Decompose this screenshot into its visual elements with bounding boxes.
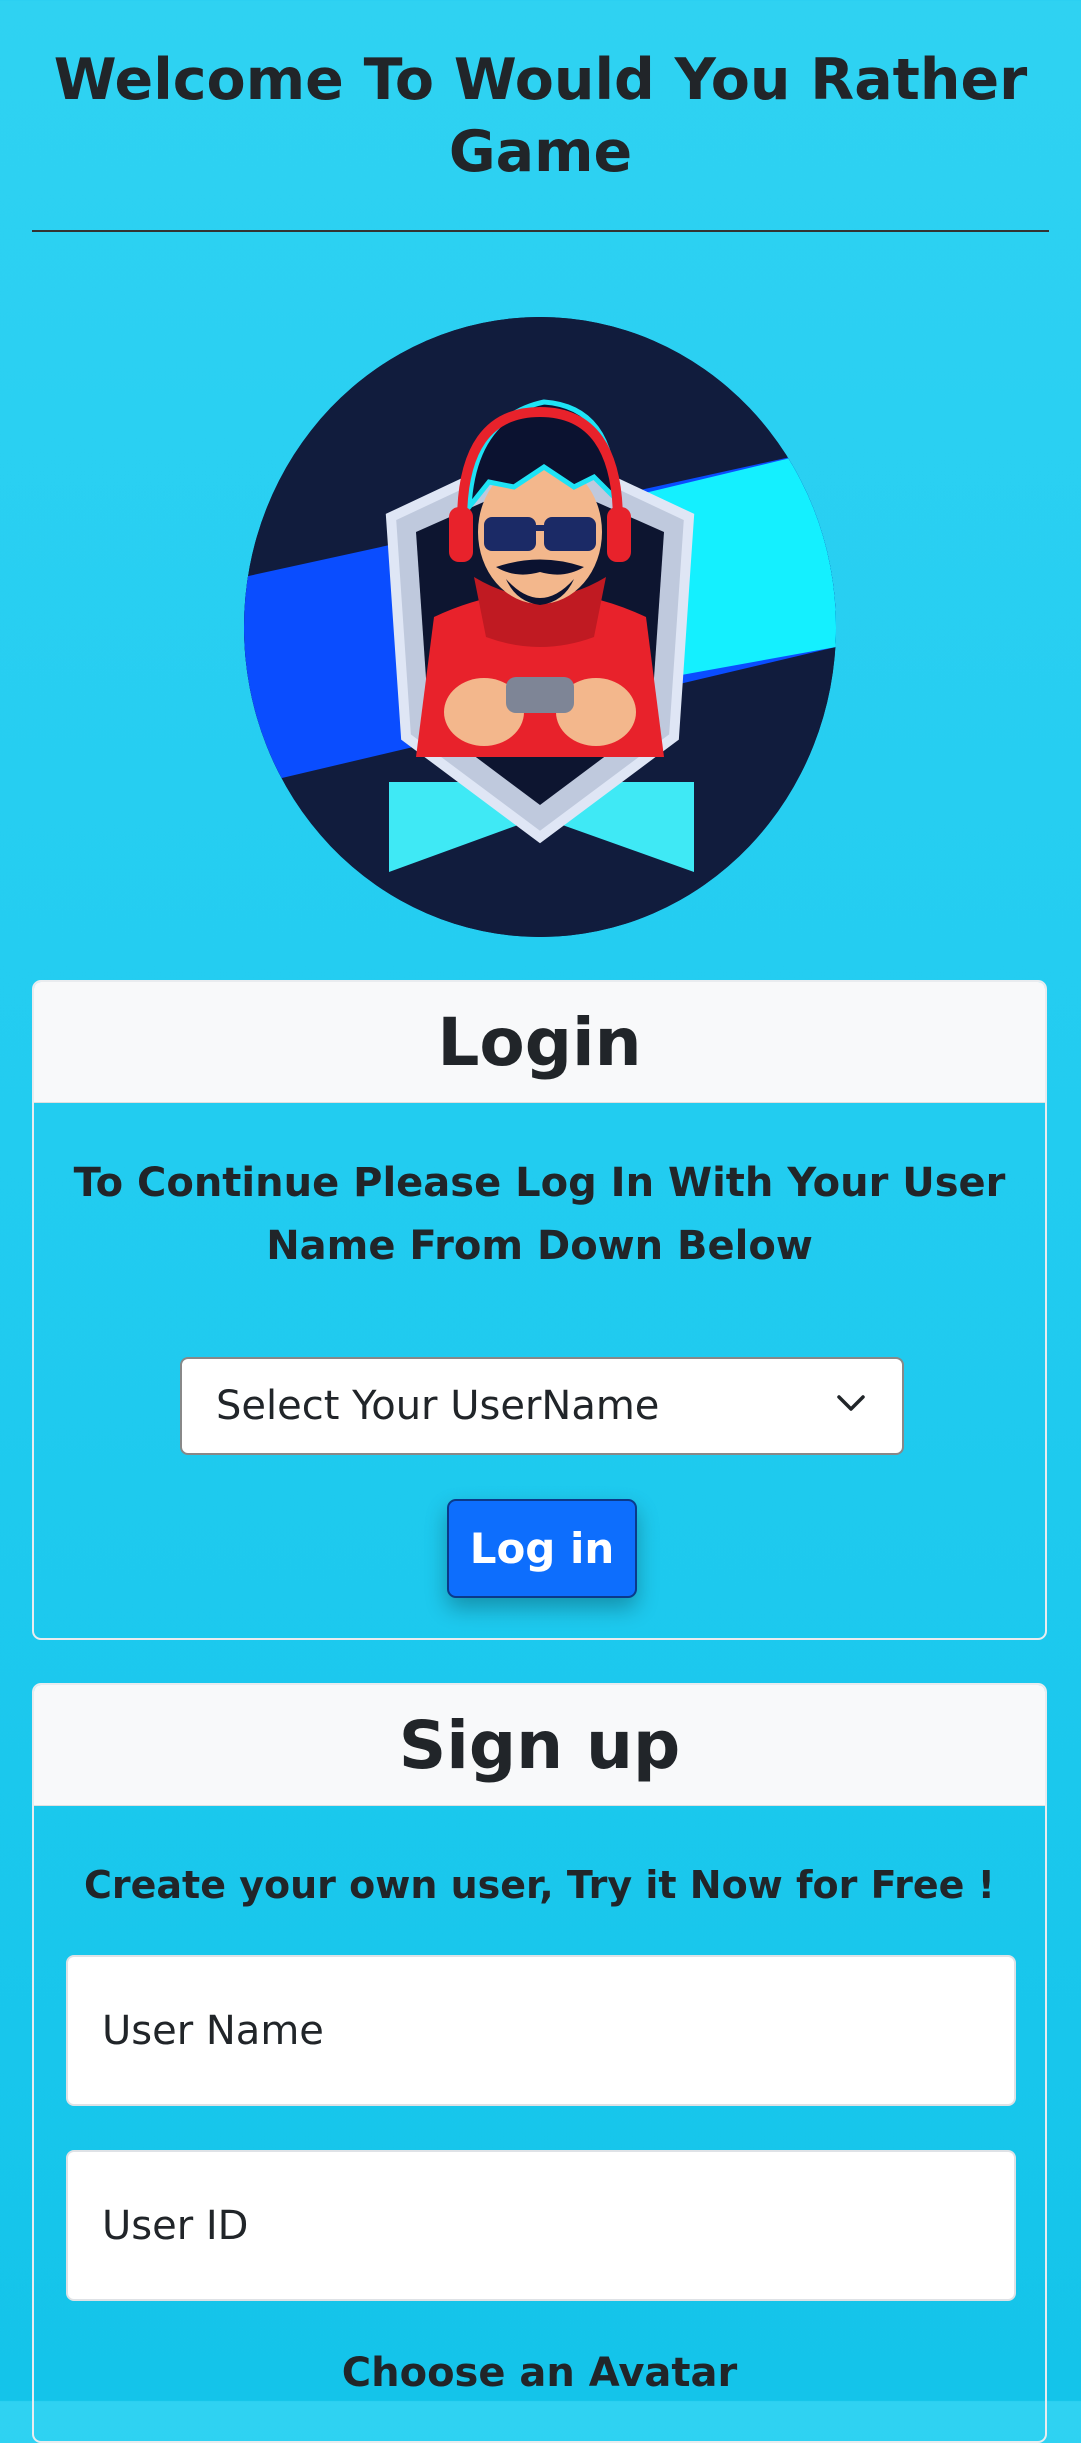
signup-heading: Sign up — [34, 1685, 1045, 1806]
username-input[interactable] — [66, 1955, 1016, 2106]
page-title: Welcome To Would You Rather Game — [53, 47, 1028, 185]
signup-tagline: Create your own user, Try it Now for Fre… — [84, 1863, 995, 1907]
login-button[interactable]: Log in — [447, 1499, 637, 1598]
userid-input[interactable] — [66, 2150, 1016, 2301]
login-heading: Login — [34, 982, 1045, 1103]
username-select-value: Select Your UserName — [216, 1383, 660, 1429]
login-card: Login To Continue Please Log In With You… — [32, 980, 1047, 1640]
username-select[interactable]: Select Your UserName — [180, 1357, 904, 1455]
gamer-mascot-image — [244, 317, 836, 937]
chevron-down-icon — [837, 1395, 865, 1411]
choose-avatar-label: Choose an Avatar — [341, 2350, 738, 2396]
login-instructions: To Continue Please Log In With Your User… — [73, 1160, 1006, 1269]
title-divider — [32, 230, 1049, 232]
signup-card: Sign up Create your own user, Try it Now… — [32, 1683, 1047, 2443]
